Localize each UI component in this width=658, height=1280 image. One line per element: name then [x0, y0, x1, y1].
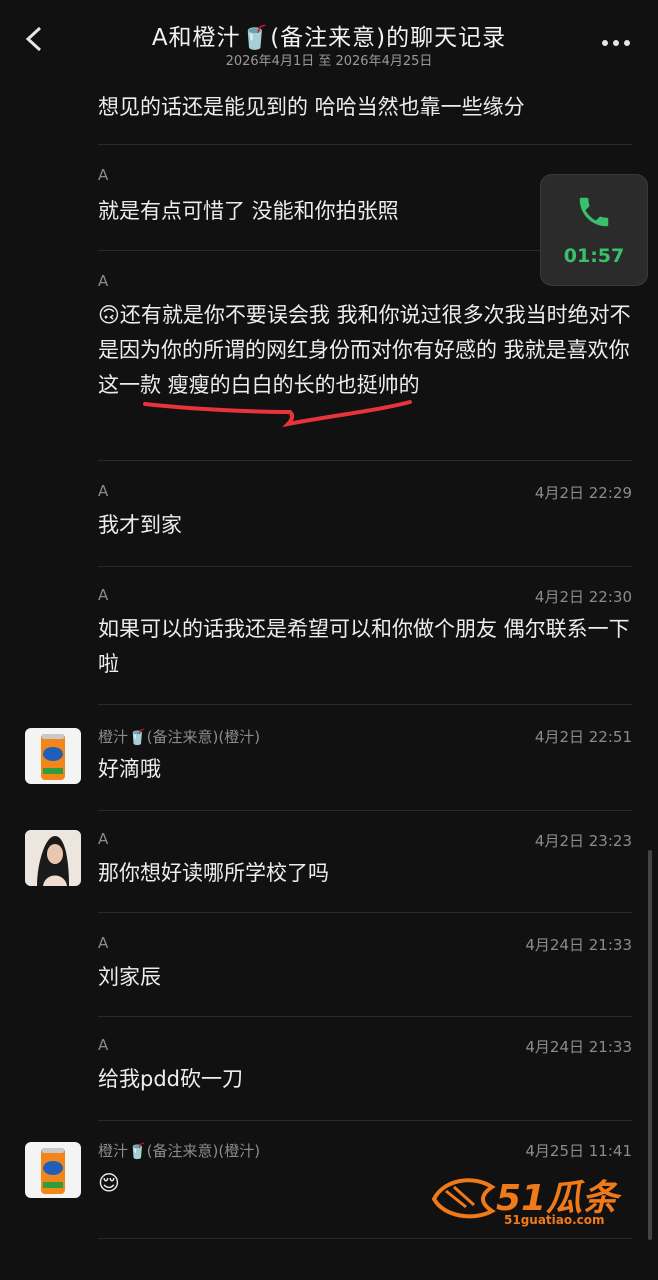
divider [98, 144, 632, 145]
divider [98, 566, 632, 567]
message-text: 我才到家 [98, 513, 182, 537]
call-floating-widget[interactable]: 01:57 [540, 174, 648, 286]
divider [98, 1016, 632, 1017]
message-sender: 橙汁🥤(备注来意)(橙汁) [98, 1142, 261, 1160]
message-time: 4月25日 11:41 [525, 1142, 632, 1160]
avatar[interactable] [25, 830, 81, 886]
watermark-logo: 51瓜条 51guatiao.com [430, 1165, 640, 1235]
message-time: 4月2日 22:29 [534, 484, 632, 502]
message-sender: A [98, 830, 109, 848]
message-time: 4月2日 22:30 [534, 588, 632, 606]
date-range: 2026年4月1日 至 2026年4月25日 [225, 54, 433, 69]
message-time: 4月24日 21:33 [525, 1038, 632, 1056]
divider [98, 460, 632, 461]
message-text: 刘家辰 [98, 965, 161, 989]
message-sender: A [98, 1036, 109, 1054]
call-duration: 01:57 [563, 245, 625, 267]
message-sender: A [98, 272, 109, 290]
message-time: 4月24日 21:33 [525, 936, 632, 954]
message-sender: A [98, 586, 109, 604]
message-text: 给我pdd砍一刀 [98, 1067, 243, 1091]
profile-photo-icon [25, 830, 81, 886]
fanta-can-icon [41, 1148, 65, 1194]
message-text: 🙃还有就是你不要误会我 我和你说过很多次我当时绝对不是因为你的所谓的网红身份而对… [98, 303, 631, 397]
avatar[interactable] [25, 728, 81, 784]
message-sender: 橙汁🥤(备注来意)(橙汁) [98, 728, 261, 746]
divider [98, 704, 632, 705]
page-title: A和橙汁🥤(备注来意)的聊天记录 [151, 25, 507, 51]
message-text: 想见的话还是能见到的 哈哈当然也靠一些缘分 [98, 95, 525, 119]
message-text: 那你想好读哪所学校了吗 [98, 861, 329, 885]
watermark-url: 51guatiao.com [504, 1213, 605, 1227]
divider [98, 810, 632, 811]
chat-history-header: A和橙汁🥤(备注来意)的聊天记录 2026年4月1日 至 2026年4月25日 [0, 0, 658, 72]
divider [98, 1120, 632, 1121]
message-text: 如果可以的话我还是希望可以和你做个朋友 偶尔联系一下啦 [98, 617, 630, 676]
phone-icon [579, 197, 609, 227]
divider [98, 1238, 632, 1239]
message-sender: A [98, 482, 109, 500]
message-text: 好滴哦 [98, 757, 161, 781]
message-sender: A [98, 934, 109, 952]
message-time: 4月2日 22:51 [534, 728, 632, 746]
scrollbar[interactable] [648, 850, 652, 1240]
message-sender: A [98, 166, 109, 184]
message-time: 4月2日 23:23 [534, 832, 632, 850]
fanta-can-icon [41, 734, 65, 780]
avatar[interactable] [25, 1142, 81, 1198]
highlight-underline [143, 400, 412, 428]
more-icon[interactable] [600, 22, 632, 55]
divider [98, 912, 632, 913]
fish-logo-icon [431, 1178, 496, 1219]
